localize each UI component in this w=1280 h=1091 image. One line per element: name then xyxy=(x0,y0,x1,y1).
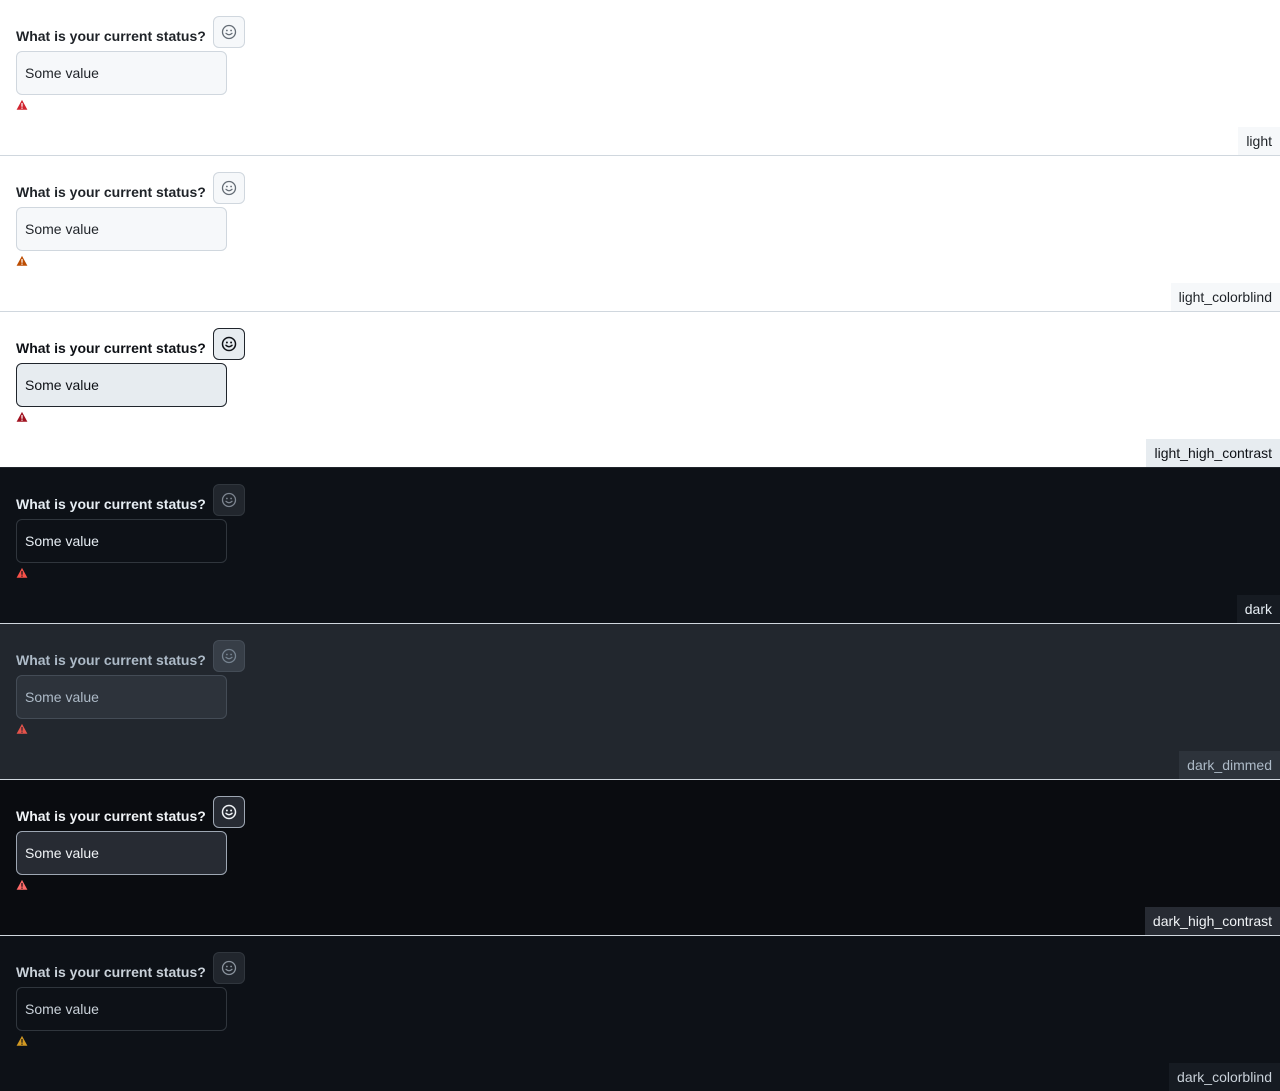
theme-preview-stack: What is your current status? light What … xyxy=(0,0,1280,1091)
status-form-control: What is your current status? xyxy=(16,484,245,579)
theme-name-label: light xyxy=(1238,127,1280,155)
alert-icon xyxy=(16,879,28,890)
status-input[interactable] xyxy=(16,831,227,875)
status-form-control: What is your current status? xyxy=(16,640,245,735)
label-row: What is your current status? xyxy=(16,172,245,204)
status-label: What is your current status? xyxy=(16,652,206,668)
label-row: What is your current status? xyxy=(16,640,245,672)
alert-icon xyxy=(16,567,28,578)
validation-message xyxy=(16,879,245,891)
status-form-control: What is your current status? xyxy=(16,328,245,423)
alert-icon xyxy=(16,723,28,734)
smiley-icon xyxy=(221,336,237,352)
status-form-control: What is your current status? xyxy=(16,796,245,891)
status-input[interactable] xyxy=(16,987,227,1031)
validation-message xyxy=(16,411,245,423)
smiley-icon xyxy=(221,180,236,196)
status-input[interactable] xyxy=(16,675,227,719)
status-input[interactable] xyxy=(16,207,227,251)
label-row: What is your current status? xyxy=(16,952,245,984)
label-row: What is your current status? xyxy=(16,796,245,828)
theme-panel-light-colorblind: What is your current status? light_color… xyxy=(0,156,1280,312)
emoji-picker-button[interactable] xyxy=(212,172,245,204)
label-row: What is your current status? xyxy=(16,484,245,516)
status-input[interactable] xyxy=(16,51,227,95)
status-label: What is your current status? xyxy=(16,28,206,44)
smiley-icon xyxy=(221,492,236,508)
theme-name-label: dark_colorblind xyxy=(1169,1063,1280,1091)
emoji-picker-button[interactable] xyxy=(212,484,245,516)
validation-message xyxy=(16,255,245,267)
theme-name-label: dark_high_contrast xyxy=(1144,907,1280,935)
validation-message xyxy=(16,1035,245,1047)
status-form-control: What is your current status? xyxy=(16,952,245,1047)
theme-panel-light: What is your current status? light xyxy=(0,0,1280,156)
emoji-picker-button[interactable] xyxy=(212,328,245,360)
alert-icon xyxy=(16,255,28,266)
status-label: What is your current status? xyxy=(16,808,206,824)
validation-message xyxy=(16,723,245,735)
emoji-picker-button[interactable] xyxy=(212,952,245,984)
theme-name-label: dark_dimmed xyxy=(1179,751,1280,779)
status-input[interactable] xyxy=(16,519,227,563)
smiley-icon xyxy=(221,960,236,976)
smiley-icon xyxy=(221,24,236,40)
label-row: What is your current status? xyxy=(16,328,245,360)
status-input[interactable] xyxy=(16,363,227,407)
validation-message xyxy=(16,99,245,111)
alert-icon xyxy=(16,1035,28,1046)
emoji-picker-button[interactable] xyxy=(212,16,245,48)
emoji-picker-button[interactable] xyxy=(212,640,245,672)
smiley-icon xyxy=(221,804,237,820)
theme-name-label: light_high_contrast xyxy=(1146,439,1280,467)
status-form-control: What is your current status? xyxy=(16,16,245,111)
label-row: What is your current status? xyxy=(16,16,245,48)
theme-panel-dark-colorblind: What is your current status? dark_colorb… xyxy=(0,936,1280,1091)
status-label: What is your current status? xyxy=(16,496,206,512)
alert-icon xyxy=(16,99,28,110)
status-label: What is your current status? xyxy=(16,184,206,200)
status-form-control: What is your current status? xyxy=(16,172,245,267)
status-label: What is your current status? xyxy=(16,340,206,356)
alert-icon xyxy=(16,411,28,422)
smiley-icon xyxy=(221,648,236,664)
theme-panel-dark: What is your current status? dark xyxy=(0,468,1280,624)
emoji-picker-button[interactable] xyxy=(212,796,245,828)
theme-name-label: dark xyxy=(1236,595,1280,623)
status-label: What is your current status? xyxy=(16,964,206,980)
theme-name-label: light_colorblind xyxy=(1170,283,1280,311)
validation-message xyxy=(16,567,245,579)
theme-panel-dark-dimmed: What is your current status? dark_dimmed xyxy=(0,624,1280,780)
theme-panel-dark-high-contrast: What is your current status? dark_high_c… xyxy=(0,780,1280,936)
theme-panel-light-high-contrast: What is your current status? light_high_… xyxy=(0,312,1280,468)
